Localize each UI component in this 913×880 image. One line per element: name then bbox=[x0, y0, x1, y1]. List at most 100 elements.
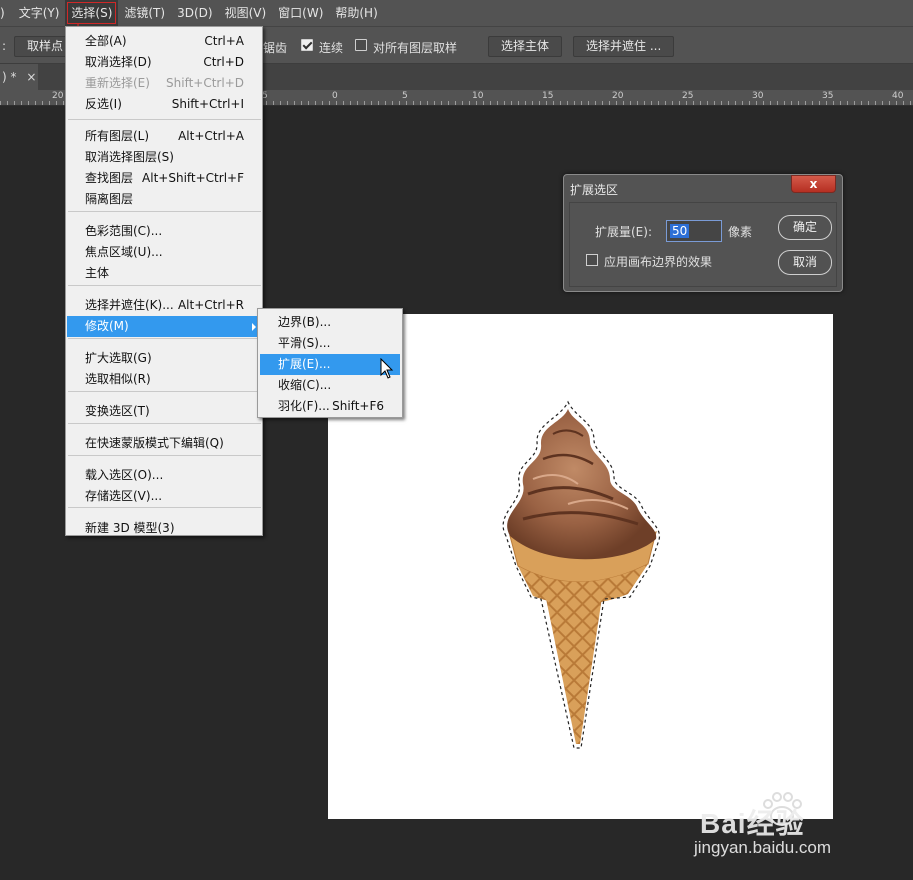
ruler-tick bbox=[441, 101, 442, 105]
menu-item-shortcut: Ctrl+A bbox=[204, 34, 244, 48]
expand-amount-input[interactable]: 50 bbox=[666, 220, 722, 242]
ruler-tick bbox=[504, 101, 505, 105]
cancel-button[interactable]: 取消 bbox=[778, 250, 832, 275]
ruler-tick bbox=[14, 101, 15, 105]
select-menu-item[interactable]: 焦点区域(U)... bbox=[67, 242, 262, 263]
ok-button[interactable]: 确定 bbox=[778, 215, 832, 240]
ruler-tick bbox=[427, 101, 428, 105]
ruler-tick bbox=[770, 101, 771, 105]
ruler-tick bbox=[868, 101, 869, 105]
select-subject-button[interactable]: 选择主体 bbox=[488, 36, 563, 57]
menu-3d[interactable]: 3D(D) bbox=[171, 0, 218, 26]
ruler-tick bbox=[882, 101, 883, 105]
tab-close-icon[interactable]: × bbox=[26, 70, 36, 84]
select-menu-item[interactable]: 全部(A) Ctrl+A bbox=[67, 31, 262, 52]
ice-cream-image bbox=[502, 400, 661, 749]
modify-submenu-item[interactable]: 收缩(C)... bbox=[260, 375, 400, 396]
ruler-tick bbox=[476, 101, 477, 105]
ruler-tick bbox=[420, 101, 421, 105]
ruler-tick bbox=[791, 101, 792, 105]
menu-filter[interactable]: 滤镜(T) bbox=[118, 0, 171, 26]
document-canvas[interactable] bbox=[328, 314, 833, 819]
menu-view[interactable]: 视图(V) bbox=[219, 0, 273, 26]
ruler-tick bbox=[686, 101, 687, 105]
ruler-tick bbox=[560, 101, 561, 105]
ruler-tick bbox=[469, 101, 470, 105]
menu-item-label: 查找图层 bbox=[85, 171, 134, 185]
ruler-tick bbox=[301, 101, 302, 105]
menu-item-label: 色彩范围(C)... bbox=[85, 224, 163, 238]
select-menu-item[interactable]: 扩大选取(G) bbox=[67, 348, 262, 369]
select-menu-item[interactable]: 取消选择图层(S) bbox=[67, 147, 262, 168]
select-menu-item[interactable]: 修改(M) bbox=[67, 316, 262, 337]
ruler-tick bbox=[889, 101, 890, 105]
select-menu-item[interactable]: 取消选择(D) Ctrl+D bbox=[67, 52, 262, 73]
select-menu-item[interactable]: 反选(I) Shift+Ctrl+I bbox=[67, 94, 262, 115]
ruler-tick bbox=[910, 101, 911, 105]
ruler-tick bbox=[273, 101, 274, 105]
ruler-tick bbox=[7, 101, 8, 105]
modify-submenu-item[interactable]: 扩展(E)... bbox=[260, 354, 400, 375]
ruler-tick bbox=[588, 101, 589, 105]
menu-separator bbox=[68, 211, 261, 212]
ruler-tick bbox=[833, 101, 834, 105]
select-menu-item[interactable]: 选择并遮住(K)... Alt+Ctrl+R bbox=[67, 295, 262, 316]
menu-item-label: 选取相似(R) bbox=[85, 372, 151, 386]
ruler-number: 15 bbox=[542, 91, 554, 101]
ruler-tick bbox=[399, 101, 400, 105]
ruler-tick bbox=[336, 101, 337, 105]
ruler-tick bbox=[840, 101, 841, 105]
menu-item-label: 扩大选取(G) bbox=[85, 351, 152, 365]
select-menu-item[interactable]: 载入选区(O)... bbox=[67, 465, 262, 486]
select-menu-item[interactable]: 变换选区(T) bbox=[67, 401, 262, 422]
ruler-tick bbox=[406, 101, 407, 105]
select-menu-item[interactable]: 隔离图层 bbox=[67, 189, 262, 210]
ruler-tick bbox=[280, 101, 281, 105]
ruler-tick bbox=[644, 101, 645, 105]
ruler-tick bbox=[294, 101, 295, 105]
ruler-tick bbox=[616, 101, 617, 105]
select-menu-item[interactable]: 新建 3D 模型(3) bbox=[67, 518, 262, 539]
ruler-tick bbox=[490, 101, 491, 105]
select-menu-item[interactable]: 主体 bbox=[67, 263, 262, 284]
select-menu-item[interactable]: 查找图层 Alt+Shift+Ctrl+F bbox=[67, 168, 262, 189]
expand-amount-label: 扩展量(E): bbox=[595, 225, 652, 239]
select-menu-item[interactable]: 选取相似(R) bbox=[67, 369, 262, 390]
ruler-tick bbox=[609, 101, 610, 105]
select-menu-item[interactable]: 所有图层(L) Alt+Ctrl+A bbox=[67, 126, 262, 147]
canvas-bounds-checkbox[interactable] bbox=[586, 254, 598, 266]
select-menu-item[interactable]: 在快速蒙版模式下编辑(Q) bbox=[67, 433, 262, 454]
modify-submenu-item[interactable]: 平滑(S)... bbox=[260, 333, 400, 354]
menu-window[interactable]: 窗口(W) bbox=[272, 0, 329, 26]
menu-separator bbox=[68, 119, 261, 120]
ruler-tick bbox=[903, 101, 904, 105]
document-tab[interactable]: ) * × bbox=[0, 64, 38, 90]
menu-prev-tail[interactable]: ) bbox=[0, 0, 9, 26]
options-prefix: : bbox=[2, 39, 7, 53]
ruler-tick bbox=[525, 101, 526, 105]
modify-submenu-item[interactable]: 羽化(F)... Shift+F6 bbox=[260, 396, 400, 417]
menu-select[interactable]: 选择(S) bbox=[65, 0, 119, 26]
contiguous-checkbox[interactable] bbox=[301, 39, 313, 51]
ruler-tick bbox=[735, 101, 736, 105]
select-menu-item[interactable]: 重新选择(E) Shift+Ctrl+D bbox=[67, 73, 262, 94]
menu-item-shortcut: Alt+Ctrl+A bbox=[178, 129, 244, 143]
menu-item-label: 载入选区(O)... bbox=[85, 468, 164, 482]
ruler-tick bbox=[847, 101, 848, 105]
ruler-tick bbox=[826, 101, 827, 105]
ruler-tick bbox=[518, 101, 519, 105]
select-and-mask-button[interactable]: 选择并遮住 ... bbox=[573, 36, 675, 57]
ruler-tick bbox=[819, 101, 820, 105]
menu-help[interactable]: 帮助(H) bbox=[329, 0, 383, 26]
menu-type[interactable]: 文字(Y) bbox=[9, 0, 66, 26]
ruler-tick bbox=[315, 101, 316, 105]
modify-submenu-item[interactable]: 边界(B)... bbox=[260, 312, 400, 333]
menu-item-shortcut: Shift+Ctrl+I bbox=[171, 97, 244, 111]
dialog-close-button[interactable]: x bbox=[791, 175, 836, 193]
select-menu-item[interactable]: 色彩范围(C)... bbox=[67, 221, 262, 242]
ruler-tick bbox=[812, 101, 813, 105]
all-layers-checkbox[interactable] bbox=[355, 39, 367, 51]
ruler-number: 0 bbox=[332, 91, 338, 101]
menu-item-label: 所有图层(L) bbox=[85, 129, 150, 143]
select-menu-item[interactable]: 存储选区(V)... bbox=[67, 486, 262, 507]
